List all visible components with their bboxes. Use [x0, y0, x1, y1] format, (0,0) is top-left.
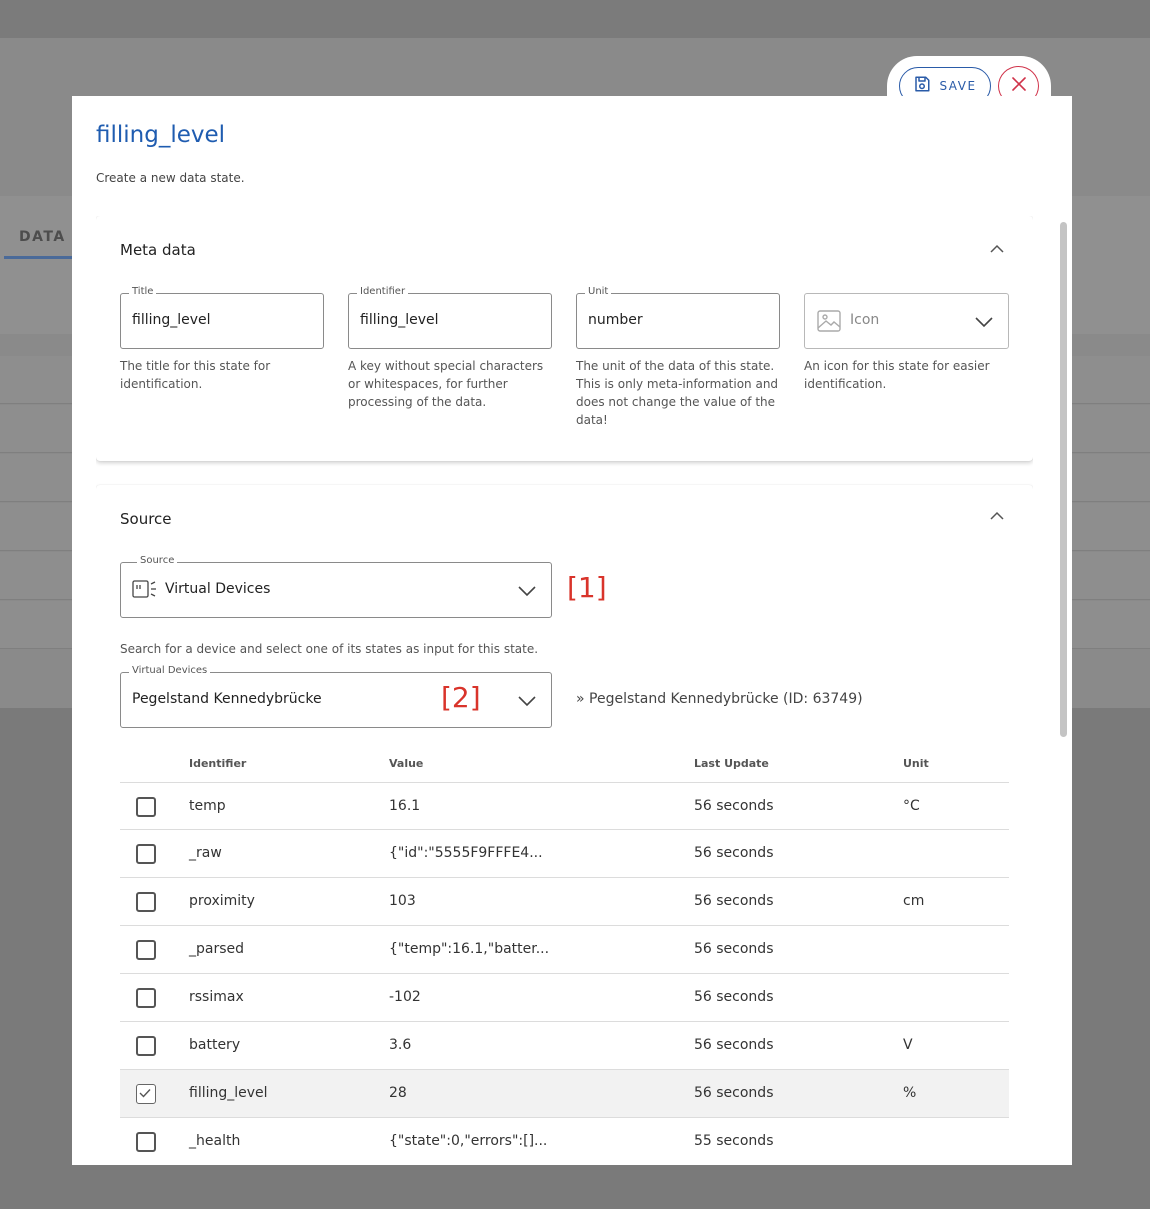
column-header-last-update[interactable]: Last Update	[694, 757, 769, 770]
identifier-field[interactable]: Identifier filling_level	[348, 286, 552, 349]
chevron-up-icon[interactable]	[989, 508, 1005, 524]
dialog-subtitle: Create a new data state.	[96, 171, 245, 185]
cell-last-update: 56 seconds	[694, 1037, 774, 1053]
virtual-device-icon	[132, 579, 158, 603]
column-header-value[interactable]: Value	[389, 757, 423, 770]
cell-value: 28	[389, 1085, 407, 1101]
cell-identifier: rssimax	[189, 989, 244, 1005]
title-help: The title for this state for identificat…	[120, 359, 271, 391]
table-row[interactable]: proximity 103 56 seconds cm	[120, 878, 1009, 926]
device-search-help: Search for a device and select one of it…	[120, 642, 539, 656]
cell-last-update: 55 seconds	[694, 1133, 774, 1149]
image-icon	[817, 310, 841, 336]
cell-last-update: 56 seconds	[694, 798, 774, 814]
chevron-down-icon	[517, 693, 537, 707]
unit-help: The unit of the data of this state. This…	[576, 359, 779, 427]
cell-identifier: filling_level	[189, 1085, 268, 1101]
device-select-label: Virtual Devices	[129, 665, 211, 676]
device-reference: » Pegelstand Kennedybrücke (ID: 63749)	[576, 691, 863, 707]
chevron-up-icon[interactable]	[989, 241, 1005, 257]
cell-identifier: battery	[189, 1037, 241, 1053]
icon-select-placeholder: Icon	[850, 312, 880, 328]
unit-field-value: number	[588, 312, 643, 328]
cell-value: {"id":"5555F9FFFE4...	[389, 845, 543, 861]
checkbox[interactable]	[136, 988, 156, 1008]
source-select-value: Virtual Devices	[165, 581, 271, 597]
unit-field-label: Unit	[585, 286, 612, 297]
title-field-value: filling_level	[132, 312, 211, 328]
checkbox-checked[interactable]	[136, 1084, 156, 1104]
close-icon	[1011, 76, 1027, 96]
column-header-unit[interactable]: Unit	[903, 757, 929, 770]
source-select[interactable]: Source Virtual Devices	[120, 555, 552, 618]
cell-unit: %	[903, 1085, 917, 1101]
cell-identifier: _raw	[189, 845, 222, 861]
column-header-identifier[interactable]: Identifier	[189, 757, 246, 770]
checkbox[interactable]	[136, 940, 156, 960]
meta-data-title: Meta data	[120, 241, 196, 259]
identifier-help: A key without special characters or whit…	[348, 359, 544, 409]
checkbox[interactable]	[136, 1132, 156, 1152]
checkbox[interactable]	[136, 844, 156, 864]
chevron-down-icon	[974, 314, 994, 328]
unit-field[interactable]: Unit number	[576, 286, 780, 349]
device-select[interactable]: Virtual Devices Pegelstand Kennedybrücke	[120, 665, 552, 728]
chevron-down-icon	[517, 583, 537, 597]
cell-identifier: _health	[189, 1133, 241, 1149]
cell-identifier: _parsed	[189, 941, 245, 957]
table-row[interactable]: _raw {"id":"5555F9FFFE4... 56 seconds	[120, 830, 1009, 878]
table-row[interactable]: filling_level 28 56 seconds%	[120, 1070, 1009, 1118]
cell-identifier: proximity	[189, 893, 255, 909]
device-select-value: Pegelstand Kennedybrücke	[132, 691, 322, 707]
identifier-field-value: filling_level	[360, 312, 439, 328]
check-icon	[139, 1089, 151, 1098]
create-state-dialog: filling_level Create a new data state. M…	[72, 96, 1072, 1165]
identifier-field-label: Identifier	[357, 286, 409, 297]
cell-last-update: 56 seconds	[694, 893, 774, 909]
cell-value: {"state":0,"errors":[]...	[389, 1133, 548, 1149]
dialog-title: filling_level	[96, 122, 226, 148]
cell-value: 3.6	[389, 1037, 412, 1053]
title-field-label: Title	[129, 286, 157, 297]
cell-unit: cm	[903, 893, 925, 909]
source-select-label: Source	[137, 555, 178, 566]
app-header-bg	[0, 0, 1150, 38]
source-title: Source	[120, 510, 172, 528]
source-card: Source Source Virtual Devices [1] Search…	[96, 485, 1033, 1165]
table-row[interactable]: _parsed {"temp":16.1,"batter... 56 seconds	[120, 926, 1009, 974]
icon-select[interactable]: Icon	[804, 293, 1009, 349]
cell-value: -102	[389, 989, 421, 1005]
checkbox[interactable]	[136, 1036, 156, 1056]
cell-value: 103	[389, 893, 416, 909]
cell-last-update: 56 seconds	[694, 941, 774, 957]
cell-last-update: 56 seconds	[694, 989, 774, 1005]
cell-value: 16.1	[389, 798, 421, 814]
table-row[interactable]: rssimax -102 56 seconds	[120, 974, 1009, 1022]
cell-identifier: temp	[189, 798, 226, 814]
cell-last-update: 56 seconds	[694, 1085, 774, 1101]
cell-last-update: 56 seconds	[694, 845, 774, 861]
meta-data-card: Meta data Title filling_level The title …	[96, 216, 1033, 461]
checkbox[interactable]	[136, 797, 156, 817]
annotation-marker-2: [2]	[441, 681, 481, 714]
scrollbar-thumb[interactable]	[1060, 222, 1067, 737]
icon-help: An icon for this state for easier identi…	[804, 359, 990, 391]
dialog-content[interactable]: Meta data Title filling_level The title …	[96, 216, 1033, 1165]
cell-unit: °C	[903, 798, 920, 814]
table-row[interactable]: temp 16.1 56 seconds °C	[120, 782, 1009, 830]
table-row[interactable]: _health {"state":0,"errors":[]... 55 secon…	[120, 1118, 1009, 1165]
save-label: SAVE	[939, 79, 977, 93]
annotation-marker-1: [1]	[567, 571, 607, 604]
floppy-disk-icon	[913, 75, 931, 97]
table-row[interactable]: battery 3.6 56 seconds V	[120, 1022, 1009, 1070]
title-field[interactable]: Title filling_level	[120, 286, 324, 349]
cell-unit: V	[903, 1037, 913, 1053]
cell-value: {"temp":16.1,"batter...	[389, 941, 550, 957]
checkbox[interactable]	[136, 892, 156, 912]
